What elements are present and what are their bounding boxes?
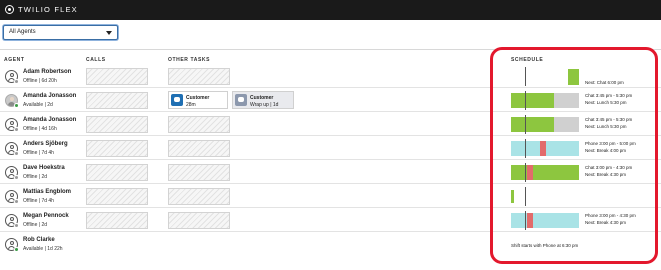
agent-status: Offline | 2d [23, 174, 47, 180]
agent-status: Offline | 2d [23, 222, 47, 228]
schedule-highlight-frame [490, 47, 658, 264]
status-dot [14, 151, 19, 156]
tasks-slot [168, 68, 230, 85]
status-dot [14, 199, 19, 204]
calls-slot [86, 212, 148, 229]
agent-status: Offline | 7d 4h [23, 198, 54, 204]
calls-slot [86, 188, 148, 205]
status-dot [14, 127, 19, 132]
task-card-chat[interactable]: Customer 28m [168, 91, 228, 109]
status-dot [14, 223, 19, 228]
task-title: Customer [250, 95, 274, 101]
calls-slot [86, 140, 148, 157]
status-dot [14, 247, 19, 252]
tasks-slot [168, 188, 230, 205]
app-title: TWILIO FLEX [18, 5, 78, 14]
agent-name: Megan Pennock [23, 213, 69, 219]
agent-status: Offline | 7d 4h [23, 150, 54, 156]
agent-name: Anders Sjöberg [23, 141, 68, 147]
agent-filter-dropdown[interactable]: All Agents [3, 25, 118, 40]
agent-name: Amanda Jonasson [23, 117, 77, 123]
column-header-other-tasks: OTHER TASKS [168, 57, 211, 63]
column-header-calls: CALLS [86, 57, 106, 63]
status-dot [14, 175, 19, 180]
top-bar: TWILIO FLEX [0, 0, 661, 20]
tasks-slot [168, 212, 230, 229]
status-dot [14, 79, 19, 84]
calls-slot [86, 92, 148, 109]
agent-name: Adam Robertson [23, 69, 72, 75]
agent-status: Available | 1d 22h [23, 246, 63, 252]
tasks-slot [168, 164, 230, 181]
agent-filter-value: All Agents [9, 29, 36, 35]
agent-status: Offline | 4d 16h [23, 126, 57, 132]
task-subtitle: Wrap up | 1d [250, 102, 279, 108]
agent-name: Dave Hoekstra [23, 165, 65, 171]
chevron-down-icon [106, 31, 112, 35]
task-subtitle: 28m [186, 102, 196, 108]
tasks-slot [168, 116, 230, 133]
task-card-wrapup[interactable]: Customer Wrap up | 1d [232, 91, 294, 109]
agent-status: Available | 2d [23, 102, 53, 108]
chat-icon [235, 94, 247, 106]
task-title: Customer [186, 95, 210, 101]
agent-name: Mattias Engblom [23, 189, 72, 195]
calls-slot [86, 116, 148, 133]
agent-name: Amanda Jonasson [23, 93, 77, 99]
twilio-logo-icon [5, 5, 14, 14]
chat-icon [171, 94, 183, 106]
calls-slot [86, 68, 148, 85]
agent-status: Offline | 6d 20h [23, 78, 57, 84]
agent-name: Rob Clarke [23, 237, 55, 243]
tasks-slot [168, 140, 230, 157]
status-dot [14, 103, 19, 108]
calls-slot [86, 164, 148, 181]
column-header-agent: AGENT [4, 57, 25, 63]
